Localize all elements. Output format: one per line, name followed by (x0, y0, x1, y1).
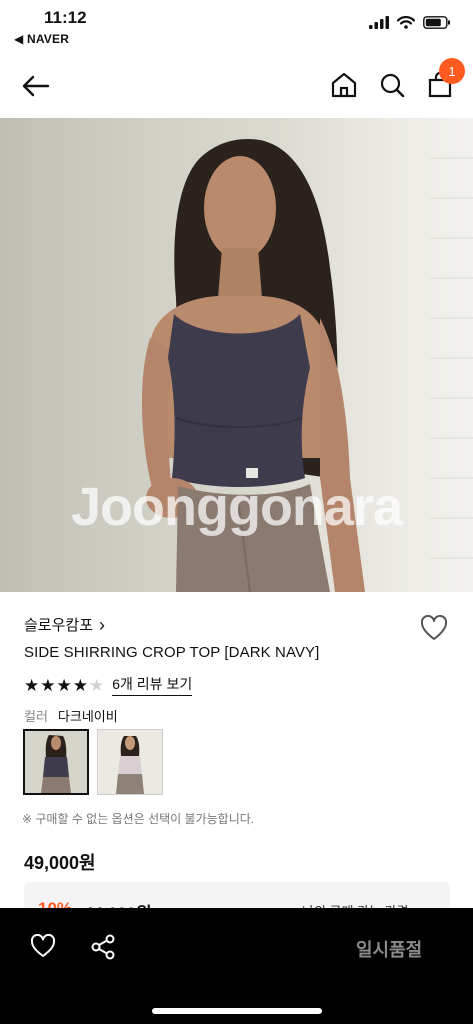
heart-icon[interactable] (420, 615, 448, 641)
home-indicator (152, 1008, 322, 1014)
share-icon[interactable] (90, 934, 116, 960)
star-icon: ★ (24, 675, 40, 695)
chevron-right-icon: › (99, 614, 106, 635)
star-icon: ★ (56, 675, 72, 695)
brand-name: 슬로우캄포 (24, 617, 94, 634)
star-icon: ★ (72, 675, 88, 695)
top-nav (0, 58, 473, 114)
color-option-row: 컬러 다크네이비 (24, 706, 118, 725)
rating-stars: ★ ★ ★ ★ ★ (24, 677, 104, 694)
product-title: SIDE SHIRRING CROP TOP [DARK NAVY] (24, 644, 320, 661)
color-value: 다크네이비 (57, 709, 118, 724)
soldout-button[interactable]: 일시품절 (356, 936, 422, 962)
search-icon[interactable] (378, 70, 406, 100)
signal-icon (369, 16, 389, 29)
product-main-image[interactable]: Joonggonara (0, 118, 473, 592)
option-notice: ※ 구매할 수 없는 옵션은 선택이 불가능합니다. (22, 812, 255, 826)
status-icons (369, 16, 451, 29)
back-to-app-link[interactable]: ◀ NAVER (14, 32, 69, 46)
back-arrow-icon[interactable] (20, 70, 52, 102)
home-icon[interactable] (330, 70, 358, 100)
review-link[interactable]: 6개 리뷰 보기 (112, 674, 193, 696)
battery-icon (423, 16, 450, 29)
watermark-logo: Joonggonara (70, 477, 403, 537)
bottom-action-bar: 일시품절 (0, 908, 473, 1024)
color-label: 컬러 (24, 709, 48, 724)
wifi-icon (397, 16, 415, 29)
status-bar: 11:12 ◀ NAVER (0, 0, 473, 50)
rating-row: ★ ★ ★ ★ ★ 6개 리뷰 보기 (24, 674, 193, 696)
swatch-dark-navy[interactable] (23, 729, 89, 795)
swatch-thumbnail (98, 730, 162, 794)
swatch-thumbnail (25, 731, 87, 793)
star-empty-icon: ★ (89, 675, 105, 695)
status-time: 11:12 (44, 8, 87, 27)
color-swatches (23, 729, 163, 795)
cart-count-badge: 1 (439, 58, 465, 84)
product-price: 49,000원 (24, 853, 96, 873)
star-icon: ★ (40, 675, 56, 695)
heart-icon[interactable] (30, 934, 56, 958)
brand-link[interactable]: 슬로우캄포 › (24, 614, 105, 635)
swatch-light[interactable] (97, 729, 163, 795)
